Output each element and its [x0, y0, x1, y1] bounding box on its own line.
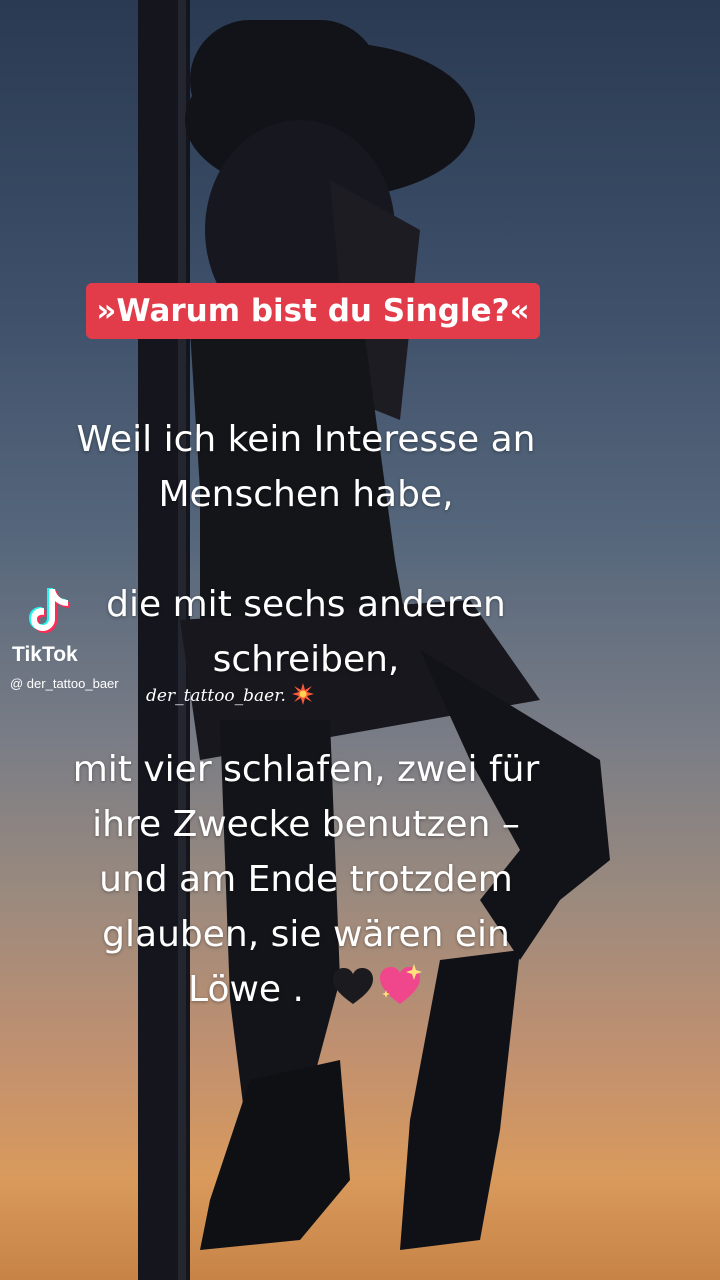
lyric-line: ihre Zwecke benutzen –	[92, 804, 520, 845]
lyric-line: Weil ich kein Interesse an	[76, 419, 536, 460]
sparkling-heart-icon	[380, 964, 422, 1004]
video-frame[interactable]: »Warum bist du Single?« Weil ich kein In…	[0, 0, 720, 1280]
lyric-line: und am Ende trotzdem	[99, 859, 513, 900]
lyric-line: Löwe .	[188, 969, 304, 1010]
tiktok-wordmark: TikTok	[12, 643, 78, 666]
creator-overlay-text: der_tattoo_baer.	[146, 686, 286, 706]
lyric-line: die mit sechs anderen	[106, 584, 506, 625]
lyric-line: mit vier schlafen, zwei für	[72, 749, 540, 790]
tiktok-logo-icon	[29, 588, 70, 633]
caption-badge: »Warum bist du Single?«	[86, 283, 540, 339]
black-heart-icon	[333, 968, 373, 1004]
tiktok-handle: @ der_tattoo_baer	[10, 676, 119, 691]
lyric-line: glauben, sie wären ein	[102, 914, 510, 955]
collision-icon	[292, 683, 314, 705]
lyric-line: Menschen habe,	[158, 474, 454, 515]
